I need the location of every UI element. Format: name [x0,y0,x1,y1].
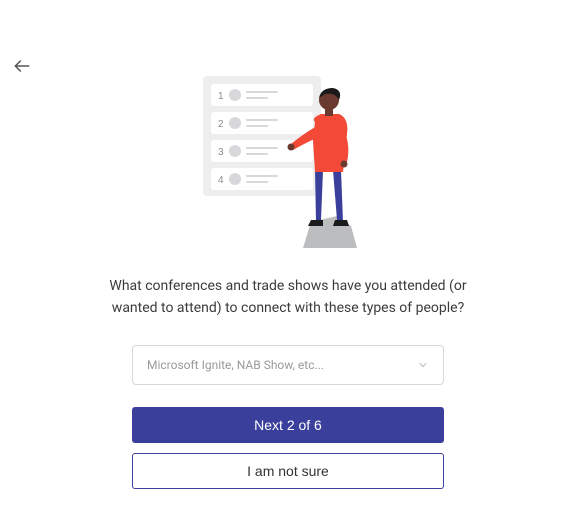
illustration-person-list: 1 2 3 4 [193,70,383,250]
not-sure-button[interactable]: I am not sure [132,453,444,489]
conference-select[interactable]: Microsoft Ignite, NAB Show, etc... [132,345,444,385]
svg-text:3: 3 [218,147,224,158]
chevron-down-icon [417,359,429,371]
svg-text:2: 2 [218,119,224,130]
next-button[interactable]: Next 2 of 6 [132,407,444,443]
svg-text:4: 4 [218,175,224,186]
onboarding-step: 1 2 3 4 [0,70,576,489]
select-placeholder: Microsoft Ignite, NAB Show, etc... [147,358,324,372]
question-text: What conferences and trade shows have yo… [98,276,478,319]
svg-text:1: 1 [218,91,224,102]
